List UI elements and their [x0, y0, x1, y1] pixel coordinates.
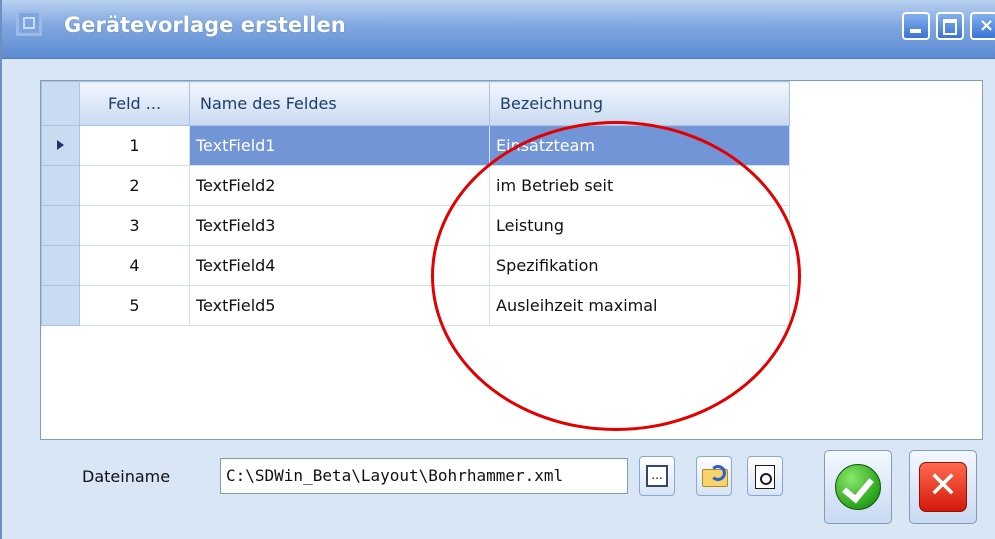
cell-name[interactable]: TextField2: [189, 165, 490, 206]
row-indicator[interactable]: [41, 165, 80, 206]
table-row[interactable]: 3 TextField3 Leistung: [41, 205, 790, 246]
cell-bezeichnung[interactable]: Leistung: [489, 205, 790, 246]
column-header-name[interactable]: Name des Feldes: [189, 81, 490, 126]
current-row-arrow-icon: [57, 140, 64, 150]
cancel-button[interactable]: ✕: [909, 450, 977, 524]
row-indicator[interactable]: [41, 245, 80, 286]
cell-name[interactable]: TextField5: [189, 285, 490, 326]
row-indicator-header: [41, 81, 80, 126]
table-row[interactable]: 4 TextField4 Spezifikation: [41, 245, 790, 286]
cell-feld[interactable]: 2: [79, 165, 190, 206]
browse-button[interactable]: ...: [639, 456, 675, 496]
row-indicator[interactable]: [41, 125, 80, 166]
preview-button[interactable]: [747, 456, 783, 496]
cell-feld[interactable]: 3: [79, 205, 190, 246]
table-row[interactable]: 5 TextField5 Ausleihzeit maximal: [41, 285, 790, 326]
cell-bezeichnung[interactable]: Spezifikation: [489, 245, 790, 286]
cell-feld[interactable]: 1: [79, 125, 190, 166]
window-title: Gerätevorlage erstellen: [64, 13, 346, 37]
minimize-button[interactable]: [902, 12, 930, 40]
row-indicator[interactable]: [41, 205, 80, 246]
cell-bezeichnung[interactable]: Ausleihzeit maximal: [489, 285, 790, 326]
cell-feld[interactable]: 5: [79, 285, 190, 326]
refresh-button[interactable]: [696, 456, 732, 496]
ok-button[interactable]: [824, 450, 892, 524]
cancel-x-icon: ✕: [919, 462, 967, 512]
title-bar[interactable]: Gerätevorlage erstellen ×: [2, 0, 995, 59]
folder-refresh-icon: [702, 465, 728, 487]
grid-header-row: Feld ... Name des Feldes Bezeichnung: [41, 81, 790, 126]
dialog-window: Gerätevorlage erstellen × Feld ... Name …: [0, 0, 995, 539]
fields-grid-panel: Feld ... Name des Feldes Bezeichnung 1 T…: [40, 80, 983, 440]
row-indicator[interactable]: [41, 285, 80, 326]
cell-name[interactable]: TextField1: [189, 125, 490, 166]
filename-input[interactable]: C:\SDWin_Beta\Layout\Bohrhammer.xml: [220, 458, 628, 494]
cell-feld[interactable]: 4: [79, 245, 190, 286]
cell-name[interactable]: TextField4: [189, 245, 490, 286]
fields-grid: Feld ... Name des Feldes Bezeichnung 1 T…: [41, 81, 790, 326]
document-preview-icon: [755, 465, 775, 489]
maximize-button[interactable]: [936, 12, 964, 40]
table-row[interactable]: 1 TextField1 Einsatzteam: [41, 125, 790, 166]
cell-name[interactable]: TextField3: [189, 205, 490, 246]
cell-bezeichnung[interactable]: Einsatzteam: [489, 125, 790, 166]
close-icon: ×: [979, 15, 995, 36]
filename-label: Dateiname: [82, 467, 171, 486]
table-row[interactable]: 2 TextField2 im Betrieb seit: [41, 165, 790, 206]
app-window-icon: [16, 10, 42, 36]
cell-bezeichnung[interactable]: im Betrieb seit: [489, 165, 790, 206]
checkmark-icon: [835, 464, 881, 510]
column-header-feld[interactable]: Feld ...: [79, 81, 190, 126]
browse-icon: ...: [646, 465, 668, 487]
close-button[interactable]: ×: [970, 12, 995, 40]
column-header-bezeichnung[interactable]: Bezeichnung: [489, 81, 790, 126]
